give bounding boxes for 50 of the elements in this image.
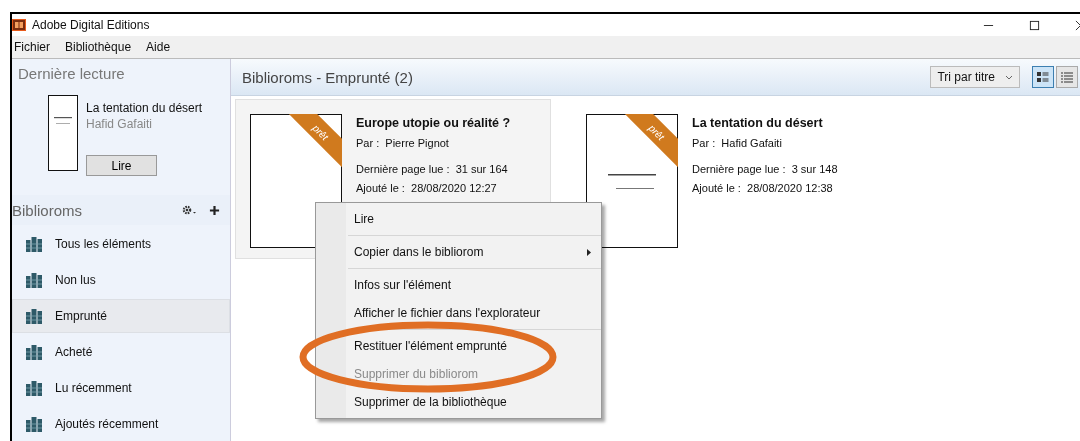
sidebar-item[interactable]: Emprunté xyxy=(12,299,230,333)
sidebar-item[interactable]: Acheté xyxy=(12,335,230,369)
sidebar-item[interactable]: Ajoutés récemment xyxy=(12,407,230,441)
book-author: Par : Pierre Pignot xyxy=(356,137,449,149)
menu-item[interactable]: Fichier xyxy=(14,40,50,54)
sidebar-item[interactable]: Tous les éléments xyxy=(12,227,230,261)
section-heading: Biblioroms xyxy=(12,201,84,219)
submenu-arrow-icon xyxy=(587,248,591,256)
books-icon xyxy=(25,344,43,360)
book-author: Par : Hafid Gafaiti xyxy=(692,137,782,149)
add-icon[interactable] xyxy=(209,204,220,216)
sidebar-label: Tous les éléments xyxy=(55,237,152,251)
sidebar-label: Emprunté xyxy=(55,309,108,323)
last-page-read: Dernière page lue : 31 sur 164 xyxy=(356,163,508,175)
book-title: La tentation du désert xyxy=(692,116,823,130)
detail-view-icon xyxy=(1036,71,1050,83)
books-icon xyxy=(25,380,43,396)
detail-view-button[interactable] xyxy=(1032,66,1054,88)
sort-dropdown[interactable]: Tri par titre xyxy=(930,66,1020,88)
read-button[interactable]: Lire xyxy=(86,155,157,176)
sidebar-item[interactable]: Lu récemment xyxy=(12,371,230,405)
menu-item[interactable]: Afficher le fichier dans l'explorateur xyxy=(316,299,601,327)
date-added: Ajouté le : 28/08/2020 12:27 xyxy=(356,182,497,194)
list-view-icon xyxy=(1060,71,1074,83)
sidebar-item[interactable]: Non lus xyxy=(12,263,230,297)
content-title: Biblioroms - Emprunté (2) xyxy=(242,68,413,86)
menu-item[interactable]: Restituer l'élément emprunté xyxy=(316,332,601,360)
books-icon xyxy=(25,272,43,288)
book-author: Hafid Gafaiti xyxy=(86,117,153,131)
section-heading: Dernière lecture xyxy=(17,64,126,84)
book-title: Europe utopie ou réalité ? xyxy=(356,116,511,130)
app-icon xyxy=(12,19,26,31)
menu-item[interactable]: Aide xyxy=(146,40,171,54)
menu-item[interactable]: Bibliothèque xyxy=(65,40,132,54)
window-title: Adobe Digital Editions xyxy=(32,18,150,32)
last-page-read: Dernière page lue : 3 sur 148 xyxy=(692,163,838,175)
sidebar-label: Acheté xyxy=(55,345,93,359)
book-title: La tentation du désert xyxy=(86,101,203,115)
sidebar-label: Non lus xyxy=(55,273,96,287)
sidebar-label: Lu récemment xyxy=(55,381,132,395)
chevron-down-icon xyxy=(1005,74,1013,80)
books-icon xyxy=(25,308,43,324)
menu-item[interactable]: Infos sur l'élément xyxy=(316,271,601,299)
gear-icon[interactable] xyxy=(181,204,197,216)
sidebar-label: Ajoutés récemment xyxy=(55,417,159,431)
menu-item[interactable]: Supprimer de la bibliothèque xyxy=(316,388,601,416)
books-icon xyxy=(25,236,43,252)
books-icon xyxy=(25,416,43,432)
maximize-icon[interactable] xyxy=(1029,19,1040,31)
date-added: Ajouté le : 28/08/2020 12:38 xyxy=(692,182,833,194)
